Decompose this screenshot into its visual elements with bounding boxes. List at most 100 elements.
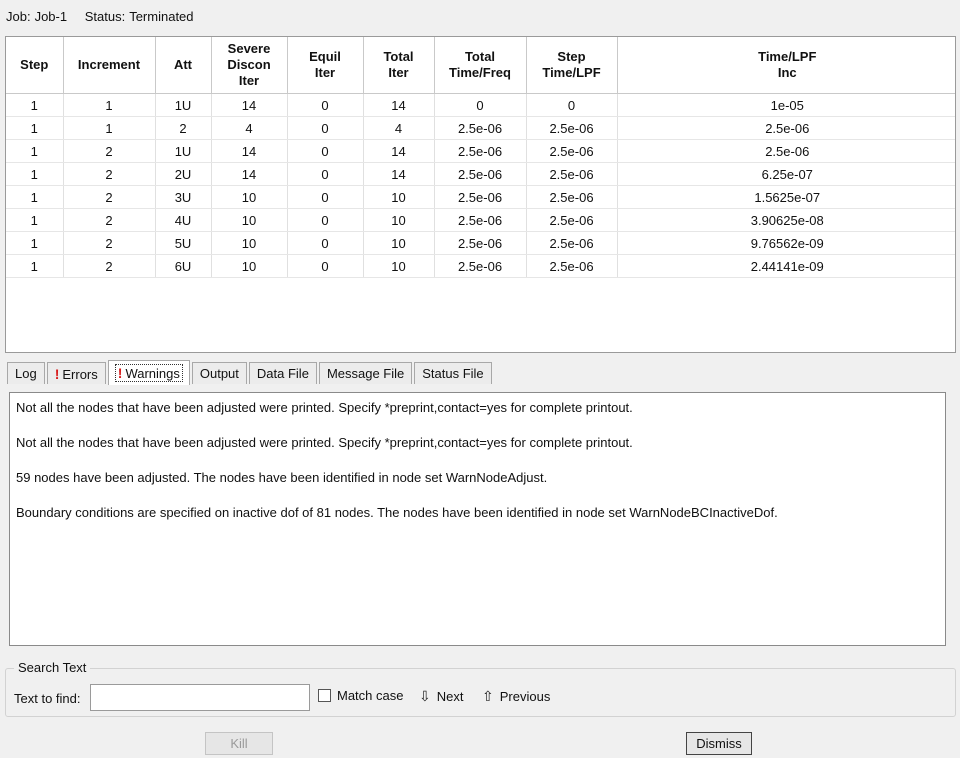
table-cell: 10 [363,231,435,255]
column-header[interactable]: Total Time/Freq [434,37,527,94]
table-header-row: Step Increment Att Severe Discon Iter Equil Ite… [6,37,955,94]
search-text-group: Search Text Text to find: Match case ⇩ N… [5,660,956,717]
dismiss-button[interactable]: Dismiss [686,732,752,755]
table-row[interactable]: 1 2 5U 10 0 10 2.5e-06 2.5e-06 9.76562e-09 [6,231,955,255]
column-header-line: Inc [777,65,797,80]
next-button[interactable]: ⇩ Next [419,688,463,705]
table-cell: 2.5e-06 [434,208,527,232]
table-cell: 0 [434,93,527,117]
column-header-line: Iter [314,65,336,80]
table-cell: 2U [155,162,212,186]
checkbox-box[interactable] [318,689,331,702]
table-body: 1 1 1U 14 0 14 0 0 1e-05 1 1 2 4 0 4 2.5e-06 2.5e-06 2.5e… [6,93,955,278]
table-row[interactable]: 1 1 1U 14 0 14 0 0 1e-05 [6,93,955,117]
column-header-line: Total [383,49,414,64]
column-header[interactable]: Equil Iter [287,37,364,94]
find-label: Text to find: [14,691,81,706]
table-cell: 2.44141e-09 [617,254,955,278]
tab-output[interactable]: Output [191,362,247,384]
table-cell: 1 [6,139,64,163]
table-cell: 4 [363,116,435,140]
kill-button[interactable]: Kill [205,732,273,755]
alert-icon: ! [54,365,60,382]
table-cell: 10 [363,254,435,278]
table-cell: 14 [211,93,288,117]
column-header-line: Iter [388,65,409,80]
table-cell: 0 [287,185,364,209]
table-cell: 2.5e-06 [434,254,527,278]
table-cell: 1e-05 [617,93,955,117]
table-cell: 2 [63,208,156,232]
column-header-line: Time/LPF [542,65,601,80]
tab-text: Errors [62,366,98,382]
arrow-up-icon: ⇧ [482,688,494,704]
table-cell: 6.25e-07 [617,162,955,186]
column-header[interactable]: Severe Discon Iter [211,37,288,94]
text-to-find-input[interactable] [90,684,310,711]
table-cell: 2.5e-06 [526,162,618,186]
table-cell: 4 [211,116,288,140]
column-header[interactable]: Step [6,37,64,94]
table-cell: 2.5e-06 [526,254,618,278]
tab-message-file[interactable]: Message File [318,362,413,384]
table-row[interactable]: 1 2 6U 10 0 10 2.5e-06 2.5e-06 2.44141e-09 [6,254,955,278]
next-label: Next [436,689,464,704]
table-cell: 2 [155,116,212,140]
column-header[interactable]: Att [155,37,212,94]
table-row[interactable]: 1 2 2U 14 0 14 2.5e-06 2.5e-06 6.25e-07 [6,162,955,186]
table-cell: 10 [211,231,288,255]
table-cell: 6U [155,254,212,278]
warning-message: Not all the nodes that have been adjuste… [16,400,633,415]
previous-button[interactable]: ⇧ Previous [482,688,550,705]
column-header-line: Iter [238,73,260,88]
table-cell: 1 [6,185,64,209]
table-cell: 2.5e-06 [526,116,618,140]
table-cell: 10 [363,185,435,209]
column-header-line: Severe [227,41,271,56]
column-header-line: Equil [309,49,341,64]
table-cell: 2 [63,162,156,186]
status-value: Terminated [129,9,194,24]
increment-table-grid: Step Increment Att Severe Discon Iter Equil Ite… [6,37,955,278]
warning-message: Boundary conditions are specified on ina… [16,505,778,520]
table-cell: 0 [287,208,364,232]
tab-log[interactable]: Log [7,362,45,384]
table-row[interactable]: 1 2 1U 14 0 14 2.5e-06 2.5e-06 2.5e-06 [6,139,955,163]
tab-status-file[interactable]: Status File [414,362,492,384]
column-header[interactable]: Time/LPF Inc [617,37,955,94]
table-cell: 0 [287,162,364,186]
table-cell: 2 [63,139,156,163]
tab-errors[interactable]: ! Errors [46,362,106,384]
status-label: Status: [84,9,126,24]
warning-message: Not all the nodes that have been adjuste… [16,435,633,450]
tab-text: Warnings [125,366,180,381]
table-cell: 1 [6,93,64,117]
table-cell: 2 [63,231,156,255]
table-cell: 0 [287,139,364,163]
table-row[interactable]: 1 1 2 4 0 4 2.5e-06 2.5e-06 2.5e-06 [6,116,955,140]
tab-text: Output [199,366,239,381]
table-cell: 2.5e-06 [526,185,618,209]
table-cell: 0 [526,93,618,117]
job-name: Job-1 [34,9,68,24]
warnings-panel[interactable]: Not all the nodes that have been adjuste… [9,392,946,646]
table-cell: 1 [63,116,156,140]
tab-label: Output [200,366,239,381]
table-row[interactable]: 1 2 4U 10 0 10 2.5e-06 2.5e-06 3.90625e-08 [6,208,955,232]
table-cell: 1U [155,139,212,163]
column-header[interactable]: Total Iter [363,37,435,94]
match-case-checkbox[interactable]: Match case [318,688,403,703]
increment-table: Step Increment Att Severe Discon Iter Equil Ite… [5,36,956,353]
column-header[interactable]: Step Time/LPF [526,37,618,94]
tab-label: ! Warnings [114,364,183,382]
table-cell: 2.5e-06 [526,139,618,163]
tab-text: Message File [326,366,405,381]
column-header-line: Time/LPF [758,49,817,64]
tab-data-file[interactable]: Data File [248,362,317,384]
column-header[interactable]: Increment [63,37,156,94]
file-tabs: Log! Errors! Warnings Output Data File Messag… [7,360,494,386]
previous-label: Previous [499,689,551,704]
table-row[interactable]: 1 2 3U 10 0 10 2.5e-06 2.5e-06 1.5625e-07 [6,185,955,209]
tab-warnings[interactable]: ! Warnings [107,360,190,385]
table-cell: 1U [155,93,212,117]
